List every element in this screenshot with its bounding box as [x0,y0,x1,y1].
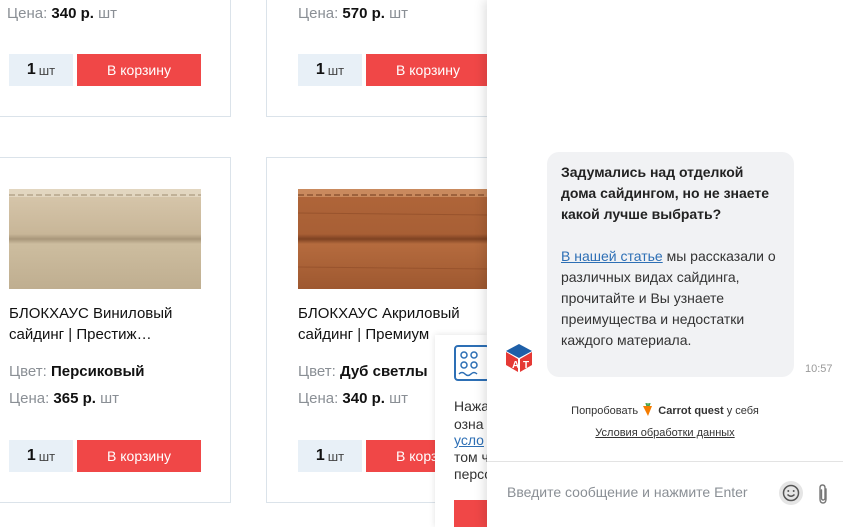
quantity-field[interactable]: 1 шт [9,54,73,86]
article-link[interactable]: В нашей статье [561,248,663,264]
popup-text-line: озна [454,416,484,432]
smile-icon [782,484,800,502]
color-row: Цвет: Персиковый [9,363,145,380]
popup-terms-link[interactable]: усло [454,432,484,448]
svg-text:T: T [523,360,529,371]
chat-message-body: В нашей статье мы рассказали о различных… [561,248,776,348]
calculator-icon [454,345,487,381]
data-terms-link[interactable]: Условия обработки данных [487,427,843,439]
popup-text-line: том ч [454,449,487,465]
quantity-field[interactable]: 1 шт [9,440,73,472]
product-card: Цена: 340 р. шт 1 шт В корзину [0,0,231,117]
operator-avatar: A T [504,342,534,374]
svg-text:A: A [512,360,519,371]
price-value: 340 р. [51,5,94,22]
carrot-icon [643,402,653,416]
attachment-icon[interactable] [815,483,831,505]
chat-message-input[interactable]: Введите сообщение и нажмите Enter [507,484,748,500]
powered-by[interactable]: Попробовать Carrot quest у себя [487,402,843,417]
price-row: Цена: 365 р. шт [9,390,120,407]
chat-message-question: Задумались над отделкой дома сайдингом, … [561,164,770,222]
product-image[interactable] [298,189,490,289]
add-to-cart-button[interactable]: В корзину [77,440,201,472]
price-value: 570 р. [342,5,385,22]
color-row: Цвет: Дуб светлы [298,363,428,380]
add-to-cart-button[interactable]: В корзину [77,54,201,86]
product-title[interactable]: БЛОКХАУС Виниловый сайдинг | Престиж… [9,303,209,345]
product-card: Цена: 570 р. шт 1 шт В корзину [266,0,499,117]
price-row: Цена: 340 р. шт [7,5,118,22]
popup-text-line: персо [454,466,487,482]
quantity-field[interactable]: 1 шт [298,440,362,472]
price-value: 340 р. [342,390,385,407]
product-card: БЛОКХАУС Виниловый сайдинг | Престиж… Цв… [0,157,231,503]
price-row: Цена: 570 р. шт [298,5,409,22]
price-row: Цена: 340 р. шт [298,390,409,407]
chat-widget: Задумались над отделкой дома сайдингом, … [487,0,843,527]
product-image[interactable] [9,189,201,289]
emoji-button[interactable] [779,481,803,505]
popup-text-line: Нажа [454,398,487,414]
message-time: 10:57 [805,363,833,375]
add-to-cart-button[interactable]: В корзину [366,54,490,86]
quantity-field[interactable]: 1 шт [298,54,362,86]
divider [487,461,843,462]
popup-submit-button[interactable] [454,500,487,527]
promo-popup: Нажа озна усло том ч персо [435,335,487,527]
color-value: Дуб светлы [339,363,428,380]
color-value: Персиковый [50,363,145,380]
price-value: 365 р. [53,390,96,407]
chat-message-bubble: Задумались над отделкой дома сайдингом, … [547,152,794,377]
